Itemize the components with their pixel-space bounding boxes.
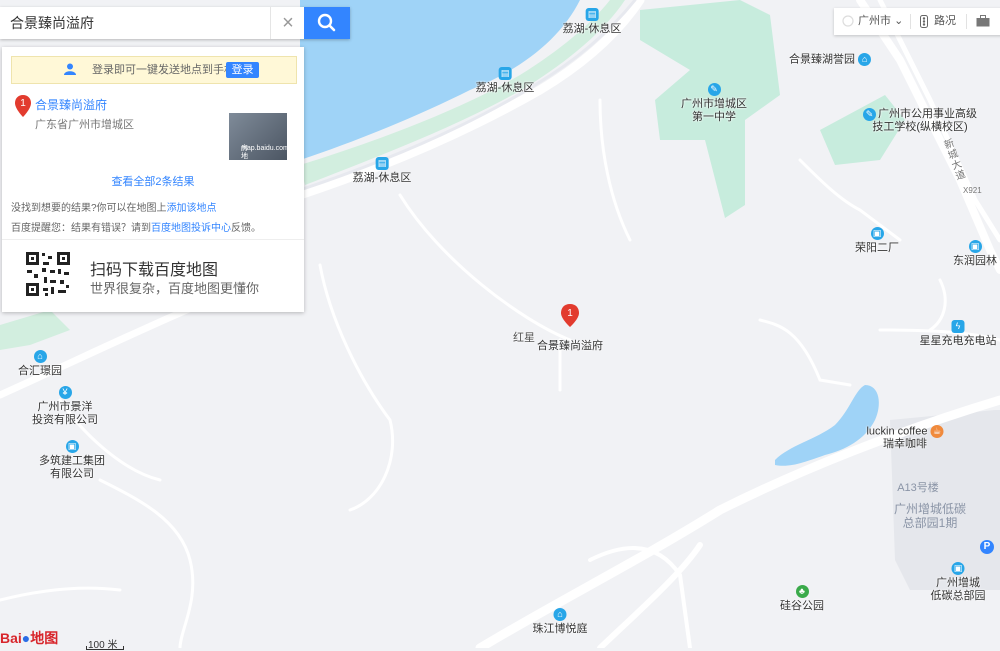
poi-technical-school[interactable]: ✎ 广州市公用事业高级 技工学校(纵横校区) <box>863 108 977 134</box>
result-thumbnail[interactable]: 房地产 map.baidu.com <box>229 113 289 168</box>
poi-luckin-coffee[interactable]: luckin coffee ☕ 瑞幸咖啡 <box>866 425 944 451</box>
poi-duozhu-construction[interactable]: ▣ 多筑建工集团 有限公司 <box>39 440 105 481</box>
map-marker-index: 1 <box>567 308 573 319</box>
poi-lihu-rest-2[interactable]: ▤ 荔湖-休息区 <box>476 67 534 95</box>
paw-icon: ● <box>21 630 31 646</box>
clear-icon[interactable]: × <box>270 7 305 39</box>
residence-icon: ⌂ <box>33 350 47 363</box>
search-box: 合景臻尚溢府 × <box>0 7 350 39</box>
qr-code-icon[interactable] <box>24 250 72 298</box>
poi-dongrun-garden[interactable]: ▣ 东润园林 <box>953 240 997 268</box>
road-code: X921 <box>963 186 982 195</box>
rest-area-icon: ▤ <box>585 8 599 21</box>
traffic-icon <box>920 15 928 28</box>
company-icon: ▣ <box>65 440 79 453</box>
park-icon: ♣ <box>795 585 809 598</box>
poi-silicon-valley-park[interactable]: ♣ 硅谷公园 <box>780 585 824 613</box>
poi-low-carbon-hq[interactable]: ▣ 广州增城 低碳总部园 <box>931 562 986 603</box>
qr-subtitle: 世界很复杂，百度地图更懂你 <box>90 281 260 296</box>
search-input[interactable]: 合景臻尚溢府 <box>10 7 94 39</box>
scale-line <box>86 646 124 650</box>
complaint-center-link[interactable]: 百度地图投诉中心 <box>151 223 231 234</box>
area-label-a13: A13号楼 <box>897 482 939 494</box>
search-button[interactable] <box>304 7 350 39</box>
result-item[interactable]: 1 合景臻尚溢府 广东省广州市增城区 房地产 map.baidu.com <box>2 89 304 169</box>
login-button[interactable]: 登录 <box>226 62 259 78</box>
view-all-results-link[interactable]: 查看全部2条结果 <box>2 173 304 189</box>
login-bar: 登录即可一键发送地点到手机 登录 <box>11 56 297 84</box>
residence-icon: ⌂ <box>858 53 872 66</box>
svg-text:1: 1 <box>20 98 26 109</box>
coffee-icon: ☕ <box>930 425 944 438</box>
result-pin-icon: 1 <box>15 95 31 117</box>
result-name[interactable]: 合景臻尚溢府 <box>35 96 107 113</box>
school-icon: ✎ <box>863 108 876 121</box>
result-panel: 登录即可一键发送地点到手机 登录 1 合景臻尚溢府 广东省广州市增城区 房地产 m… <box>2 47 304 312</box>
residence-icon: ⌂ <box>553 608 567 621</box>
city-selector[interactable]: 广州市 ⌄ <box>858 8 903 35</box>
small-lake <box>775 385 879 466</box>
qr-title: 扫码下载百度地图 <box>90 262 219 279</box>
weather-icon <box>842 15 854 27</box>
user-icon <box>64 63 76 75</box>
top-toolbar: 广州市 ⌄ 路况 <box>834 8 1000 35</box>
poi-rongyang-factory[interactable]: ▣ 荣阳二厂 <box>855 227 899 255</box>
rest-area-icon: ▤ <box>498 67 512 80</box>
school-icon: ✎ <box>707 83 721 96</box>
office-icon: ▣ <box>951 562 965 575</box>
poi-charging-station[interactable]: ϟ 星星充电充电站 <box>920 320 997 348</box>
green-left <box>0 310 70 350</box>
result-address: 广东省广州市增城区 <box>35 119 134 131</box>
poi-lihu-rest-3[interactable]: ▤ 荔湖-休息区 <box>353 157 411 185</box>
finance-icon: ¥ <box>58 386 72 399</box>
poi-hehui-jingyuan[interactable]: ⌂ 合汇璟园 <box>18 350 62 378</box>
rest-area-icon: ▤ <box>375 157 389 170</box>
nearby-label-hongxing: 红星 <box>513 332 535 344</box>
poi-zhujiang-boyueting[interactable]: ⌂ 珠江博悦庭 <box>533 608 588 636</box>
toolbox-icon[interactable] <box>976 15 990 27</box>
poi-lihu-rest-1[interactable]: ▤ 荔湖-休息区 <box>563 8 621 36</box>
company-icon: ▣ <box>968 240 982 253</box>
poi-zengcheng-no1-school[interactable]: ✎ 广州市增城区 第一中学 <box>681 83 747 124</box>
search-icon <box>317 13 336 32</box>
login-hint: 登录即可一键发送地点到手机 <box>92 64 235 76</box>
factory-icon: ▣ <box>870 227 884 240</box>
not-found-text: 没找到想要的结果?你可以在地图上添加该地点 <box>11 203 217 214</box>
poi-hejing-huyu[interactable]: 合景臻湖誉园 ⌂ <box>789 53 872 66</box>
parking-icon[interactable]: P <box>980 540 994 554</box>
poi-jingyang-investment[interactable]: ¥ 广州市景洋 投资有限公司 <box>32 386 98 427</box>
feedback-text: 百度提醒您：结果有错误？请到百度地图投诉中心反馈。 <box>11 223 261 234</box>
chevron-down-icon: ⌄ <box>894 15 904 27</box>
map-marker-pin[interactable]: 1 <box>561 304 579 327</box>
scale-bar: 100 米 <box>86 636 124 651</box>
area-label-lowcarbon: 广州增城低碳 总部园1期 <box>893 502 967 530</box>
charging-icon: ϟ <box>951 320 965 333</box>
add-place-link[interactable]: 添加该地点 <box>167 203 217 214</box>
traffic-button[interactable]: 路况 <box>934 8 956 35</box>
qr-download-section: 扫码下载百度地图 世界很复杂，百度地图更懂你 <box>2 239 304 313</box>
map-marker-label[interactable]: 合景臻尚溢府 <box>537 340 603 353</box>
baidu-map-logo: Bai●地图 <box>0 630 59 646</box>
